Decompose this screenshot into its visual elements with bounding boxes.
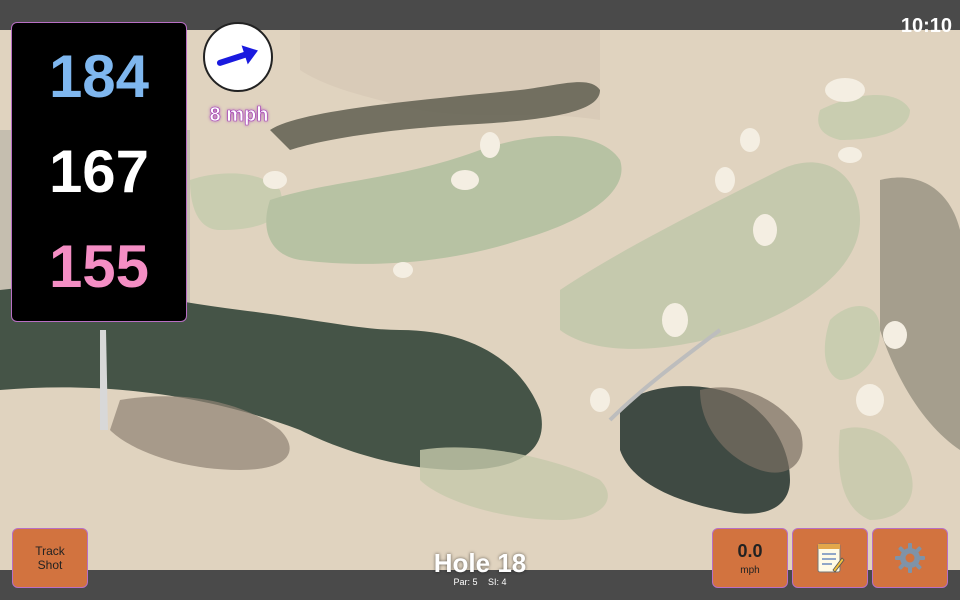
- back-distance: 184: [48, 42, 150, 110]
- wind-speed: 8 mph: [209, 104, 269, 127]
- clock: 10:10: [900, 15, 952, 37]
- gear-icon: [895, 543, 925, 573]
- hole-stroke-index: SI: 4: [488, 577, 507, 587]
- speed-value: 0.0: [737, 540, 763, 561]
- settings-button[interactable]: [872, 528, 948, 588]
- track-shot-label: Track Shot: [35, 544, 65, 572]
- track-shot-button[interactable]: Track Shot: [12, 528, 88, 588]
- front-distance: 155: [48, 233, 150, 301]
- distance-panel: 184 167 155: [11, 22, 187, 322]
- hole-title: Hole 18: [433, 548, 527, 578]
- speed-unit: mph: [740, 564, 760, 576]
- notes-button[interactable]: [792, 528, 868, 588]
- hole-info: Par: 5 SI: 4: [380, 577, 580, 587]
- middle-distance: 167: [48, 137, 150, 205]
- wind-indicator: [203, 22, 273, 92]
- notepad-icon: [817, 543, 845, 573]
- wind-arrow-icon: [216, 45, 258, 66]
- speed-button[interactable]: 0.0 mph: [712, 528, 788, 588]
- hole-par: Par: 5: [453, 577, 478, 587]
